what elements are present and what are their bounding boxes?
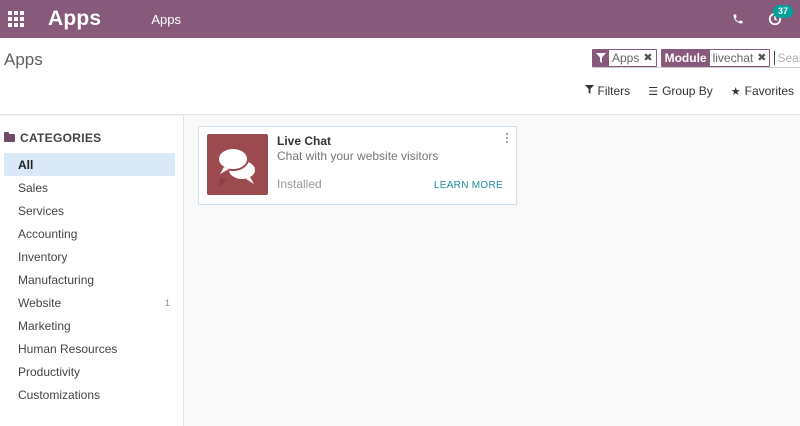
list-icon: ☰ [648,85,659,98]
filter-icon [593,49,609,66]
sidebar-item-label: All [18,157,34,172]
remove-facet-icon[interactable]: ✖ [643,51,652,64]
filters-button[interactable]: Filters [584,84,631,98]
sidebar-item-website[interactable]: Website 1 [4,291,175,314]
facet-value: livechat [712,50,754,65]
folder-icon [4,132,15,142]
sidebar-item-customizations[interactable]: Customizations [4,383,175,406]
favorites-button[interactable]: ★ Favorites [731,84,794,98]
category-list: All Sales Services Accounting Inventory … [4,153,175,406]
favorites-label: Favorites [744,84,794,98]
app-description: Chat with your website visitors [277,149,439,163]
sidebar-item-sales[interactable]: Sales [4,176,175,199]
app-brand[interactable]: Apps [48,7,101,31]
sidebar-item-label: Customizations [18,387,101,402]
more-options-icon[interactable] [506,133,509,143]
search-facet-apps[interactable]: Apps ✖ [592,48,657,67]
search-bar[interactable]: Apps ✖ Module livechat ✖ [592,48,800,68]
group-by-label: Group By [662,84,713,98]
sidebar-item-label: Inventory [18,249,68,264]
control-panel: Apps Apps ✖ Module livechat ✖ Filters [0,38,800,115]
sidebar-item-manufacturing[interactable]: Manufacturing [4,268,175,291]
sidebar-item-productivity[interactable]: Productivity [4,360,175,383]
sidebar-item-human-resources[interactable]: Human Resources [4,337,175,360]
sidebar-item-all[interactable]: All [4,153,175,176]
sidebar-item-accounting[interactable]: Accounting [4,222,175,245]
sidebar-item-label: Productivity [18,364,81,379]
phone-icon[interactable] [730,11,746,27]
group-by-button[interactable]: ☰ Group By [648,84,713,98]
sidebar-item-marketing[interactable]: Marketing [4,314,175,337]
learn-more-link[interactable]: LEARN MORE [434,180,503,191]
app-card-live-chat[interactable]: Live Chat Chat with your website visitor… [198,126,517,205]
sidebar-item-label: Accounting [18,226,78,241]
categories-header: CATEGORIES [4,131,101,145]
activity-menu[interactable]: 37 [764,5,794,30]
menu-apps[interactable]: Apps [151,12,181,27]
top-navbar: Apps Apps 37 [0,0,800,38]
remove-facet-icon[interactable]: ✖ [757,51,766,64]
star-icon: ★ [730,85,741,98]
category-sidebar: CATEGORIES All Sales Services Accounting… [0,116,184,426]
app-title: Live Chat [277,134,332,148]
facet-value: Apps [612,50,640,65]
sidebar-item-label: Manufacturing [18,272,95,287]
sidebar-item-inventory[interactable]: Inventory [4,245,175,268]
search-input[interactable] [774,50,800,65]
sidebar-item-label: Human Resources [18,341,118,356]
apps-grid-icon[interactable] [2,0,30,38]
search-facet-module[interactable]: Module livechat ✖ [660,48,771,67]
category-count: 1 [164,297,170,308]
facet-tag: Module [661,49,710,66]
breadcrumb-title: Apps [4,50,43,69]
sidebar-item-label: Sales [18,180,49,195]
filter-icon [584,85,594,97]
filters-label: Filters [597,84,631,98]
app-status: Installed [277,177,322,191]
sidebar-item-services[interactable]: Services [4,199,175,222]
chat-bubbles-icon [207,134,268,195]
sidebar-item-label: Services [18,203,65,218]
search-options: Filters ☰ Group By ★ Favorites [567,84,794,98]
categories-title: CATEGORIES [20,131,102,145]
sidebar-item-label: Marketing [18,318,71,333]
sidebar-item-label: Website [18,295,62,310]
activity-count-badge: 37 [773,5,794,18]
